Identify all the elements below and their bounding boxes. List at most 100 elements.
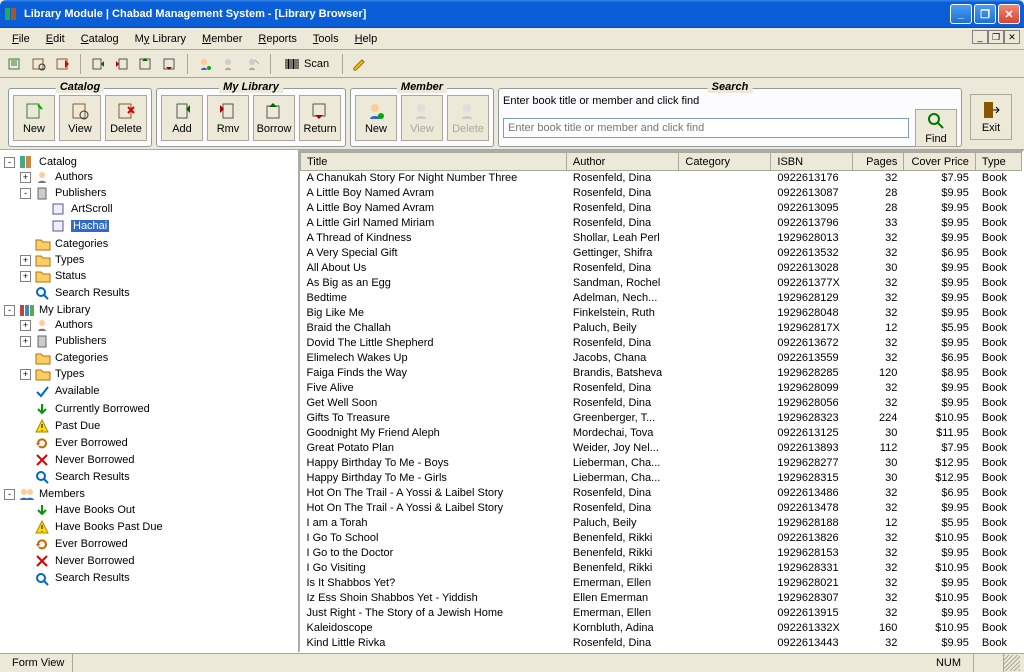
menu-mylibrary[interactable]: My Library [127, 31, 194, 47]
tree-mylibrary[interactable]: -My Library +Authors +Publishers Categor… [4, 302, 292, 486]
table-row[interactable]: I Go VisitingBenenfeld, Rikki19296283313… [301, 561, 1022, 576]
tree-mem-out[interactable]: Have Books Out [20, 501, 292, 518]
resize-grip[interactable] [1004, 655, 1020, 671]
tree-ml-search[interactable]: Search Results [20, 468, 292, 485]
tree-ml-types[interactable]: +Types [20, 366, 292, 382]
tree-catalog-types[interactable]: +Types [20, 252, 292, 268]
table-pane[interactable]: Title Author Category ISBN Pages Cover P… [298, 150, 1024, 653]
catalog-view-button[interactable]: View [59, 95, 101, 141]
tree-pane[interactable]: -Catalog +Authors -Publishers ArtScroll … [0, 150, 298, 653]
table-row[interactable]: Gifts To TreasureGreenberger, T...192962… [301, 411, 1022, 426]
table-row[interactable]: A Little Girl Named MiriamRosenfeld, Din… [301, 216, 1022, 231]
tree-ml-everborrowed[interactable]: Ever Borrowed [20, 434, 292, 451]
tree-catalog-authors[interactable]: +Authors [20, 169, 292, 185]
table-row[interactable]: Elimelech Wakes UpJacobs, Chana092261355… [301, 351, 1022, 366]
tree-ml-pastdue[interactable]: Past Due [20, 417, 292, 434]
mylibrary-rmv-button[interactable]: Rmv [207, 95, 249, 141]
tree-mem-neverborrowed[interactable]: Never Borrowed [20, 552, 292, 569]
menu-catalog[interactable]: Catalog [73, 31, 127, 47]
menu-file[interactable]: File [4, 31, 38, 47]
tree-catalog-publishers[interactable]: -Publishers ArtScroll Hachai [20, 185, 292, 235]
catalog-new-button[interactable]: New [13, 95, 55, 141]
table-row[interactable]: BedtimeAdelman, Nech...192962812932$9.95… [301, 291, 1022, 306]
mdi-minimize-button[interactable]: _ [972, 30, 988, 44]
toolbar-btn-1[interactable] [4, 53, 26, 75]
toolbar-btn-8[interactable] [194, 53, 216, 75]
col-pages[interactable]: Pages [853, 153, 904, 171]
table-row[interactable]: Kind Little RivkaRosenfeld, Dina09226134… [301, 636, 1022, 651]
results-table[interactable]: Title Author Category ISBN Pages Cover P… [300, 152, 1022, 653]
menu-edit[interactable]: Edit [38, 31, 73, 47]
table-row[interactable]: Get Well SoonRosenfeld, Dina192962805632… [301, 396, 1022, 411]
search-input[interactable] [503, 118, 909, 138]
tree-publisher-artscroll[interactable]: ArtScroll [36, 200, 292, 217]
tree-catalog-categories[interactable]: Categories [20, 235, 292, 252]
table-row[interactable]: All About UsRosenfeld, Dina092261302830$… [301, 261, 1022, 276]
table-row[interactable]: Five AliveRosenfeld, Dina192962809932$9.… [301, 381, 1022, 396]
toolbar-btn-2[interactable] [28, 53, 50, 75]
col-author[interactable]: Author [566, 153, 678, 171]
catalog-delete-button[interactable]: Delete [105, 95, 147, 141]
mylibrary-return-button[interactable]: Return [299, 95, 341, 141]
maximize-button[interactable]: ❐ [974, 4, 996, 24]
table-row[interactable]: Happy Birthday To Me - BoysLieberman, Ch… [301, 456, 1022, 471]
tree-ml-available[interactable]: Available [20, 382, 292, 399]
table-row[interactable]: Great Potato PlanWeider, Joy Nel...09226… [301, 441, 1022, 456]
tree-members[interactable]: -Members Have Books Out Have Books Past … [4, 486, 292, 587]
table-row[interactable]: Kind Little RivkaRosenfeld, Dina09226134… [301, 651, 1022, 654]
tree-mem-everborrowed[interactable]: Ever Borrowed [20, 535, 292, 552]
table-row[interactable]: A Chanukah Story For Night Number ThreeR… [301, 171, 1022, 186]
toolbar-btn-edit[interactable] [349, 53, 371, 75]
tree-ml-authors[interactable]: +Authors [20, 317, 292, 333]
find-button[interactable]: Find [915, 109, 957, 147]
toolbar-btn-4[interactable] [87, 53, 109, 75]
table-row[interactable]: A Little Boy Named AvramRosenfeld, Dina0… [301, 186, 1022, 201]
table-row[interactable]: I Go to the DoctorBenenfeld, Rikki192962… [301, 546, 1022, 561]
mdi-restore-button[interactable]: ❐ [988, 30, 1004, 44]
table-row[interactable]: Happy Birthday To Me - GirlsLieberman, C… [301, 471, 1022, 486]
table-row[interactable]: Iz Ess Shoin Shabbos Yet - YiddishEllen … [301, 591, 1022, 606]
table-row[interactable]: Hot On The Trail - A Yossi & Laibel Stor… [301, 501, 1022, 516]
toolbar-btn-9[interactable] [218, 53, 240, 75]
col-type[interactable]: Type [975, 153, 1021, 171]
tree-catalog-status[interactable]: +Status [20, 268, 292, 284]
col-isbn[interactable]: ISBN [771, 153, 853, 171]
table-row[interactable]: Dovid The Little ShepherdRosenfeld, Dina… [301, 336, 1022, 351]
close-button[interactable]: ✕ [998, 4, 1020, 24]
mylibrary-add-button[interactable]: Add [161, 95, 203, 141]
toolbar-scan-button[interactable]: Scan [277, 53, 336, 75]
tree-publisher-hachai[interactable]: Hachai [36, 217, 292, 234]
table-row[interactable]: Faiga Finds the WayBrandis, Batsheva1929… [301, 366, 1022, 381]
table-row[interactable]: I Go To SchoolBenenfeld, Rikki0922613826… [301, 531, 1022, 546]
table-row[interactable]: I am a TorahPaluch, Beily192962818812$5.… [301, 516, 1022, 531]
table-row[interactable]: A Very Special GiftGettinger, Shifra0922… [301, 246, 1022, 261]
col-category[interactable]: Category [679, 153, 771, 171]
table-row[interactable]: Goodnight My Friend AlephMordechai, Tova… [301, 426, 1022, 441]
table-row[interactable]: A Thread of KindnessShollar, Leah Perl19… [301, 231, 1022, 246]
table-row[interactable]: Big Like MeFinkelstein, Ruth192962804832… [301, 306, 1022, 321]
tree-ml-neverborrowed[interactable]: Never Borrowed [20, 451, 292, 468]
mdi-close-button[interactable]: ✕ [1004, 30, 1020, 44]
table-row[interactable]: As Big as an EggSandman, Rochel092261377… [301, 276, 1022, 291]
tree-mem-pastdue[interactable]: Have Books Past Due [20, 518, 292, 535]
menu-member[interactable]: Member [194, 31, 250, 47]
minimize-button[interactable]: _ [950, 4, 972, 24]
table-row[interactable]: Is It Shabbos Yet?Emerman, Ellen19296280… [301, 576, 1022, 591]
menu-reports[interactable]: Reports [250, 31, 305, 47]
toolbar-btn-7[interactable] [159, 53, 181, 75]
tree-ml-publishers[interactable]: +Publishers [20, 333, 292, 349]
mylibrary-borrow-button[interactable]: Borrow [253, 95, 295, 141]
toolbar-btn-6[interactable] [135, 53, 157, 75]
tree-ml-borrowed[interactable]: Currently Borrowed [20, 400, 292, 417]
menu-help[interactable]: Help [347, 31, 386, 47]
toolbar-btn-10[interactable] [242, 53, 264, 75]
tree-mem-search[interactable]: Search Results [20, 569, 292, 586]
table-row[interactable]: KaleidoscopeKornbluth, Adina092261332X16… [301, 621, 1022, 636]
expander-icon[interactable]: - [4, 157, 15, 168]
col-title[interactable]: Title [301, 153, 567, 171]
exit-button[interactable]: Exit [970, 94, 1012, 140]
table-row[interactable]: Hot On The Trail - A Yossi & Laibel Stor… [301, 486, 1022, 501]
menu-tools[interactable]: Tools [305, 31, 347, 47]
toolbar-btn-5[interactable] [111, 53, 133, 75]
tree-catalog[interactable]: -Catalog +Authors -Publishers ArtScroll … [4, 154, 292, 302]
